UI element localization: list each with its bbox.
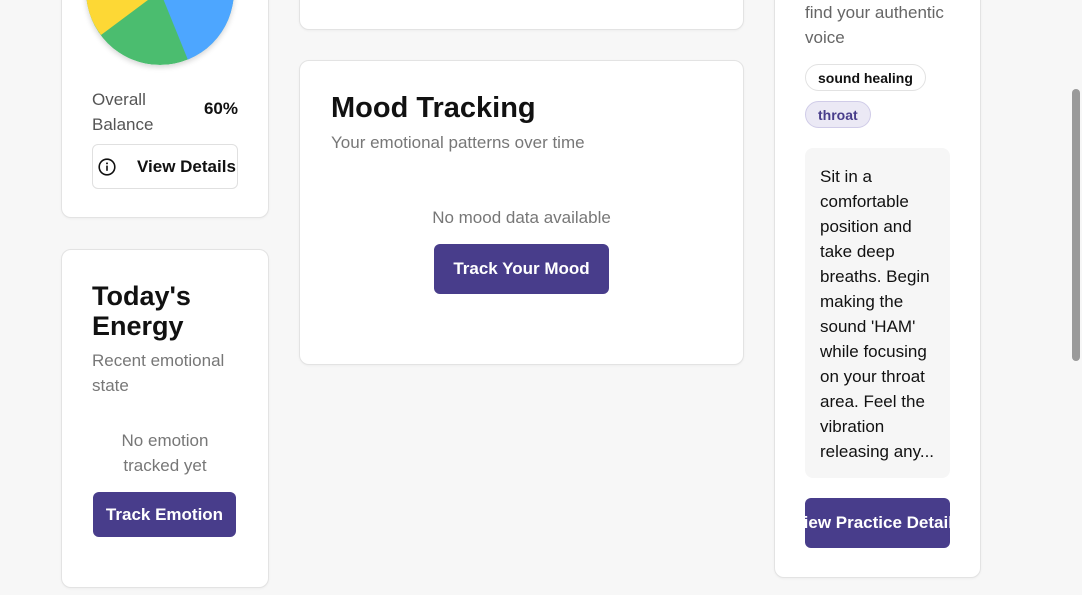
energy-empty-message: No emotion tracked yet [121, 431, 209, 475]
info-icon [98, 157, 116, 176]
view-details-button[interactable]: View Details [92, 144, 238, 189]
track-mood-button[interactable]: Track Your Mood [434, 244, 609, 294]
mood-tracking-card: Mood Tracking Your emotional patterns ov… [299, 60, 744, 365]
track-emotion-button[interactable]: Track Emotion [93, 492, 236, 537]
mood-title: Mood Tracking [331, 92, 536, 124]
mood-subtitle: Your emotional patterns over time [331, 133, 585, 152]
energy-title: Today's Energy [92, 281, 191, 341]
tag-sound-healing: sound healing [805, 64, 926, 91]
practice-instructions: Sit in a comfortable position and take d… [805, 148, 950, 478]
energy-card: Today's Energy Recent emotional state No… [61, 249, 269, 588]
balance-pie-chart [86, 0, 234, 65]
page: Overall Balance 60% View Details Today's… [0, 0, 1082, 595]
energy-subtitle: Recent emotional state [92, 351, 225, 395]
overall-balance-label: Overall Balance [92, 90, 154, 134]
view-details-label: View Details [137, 156, 236, 176]
overall-balance-value: 60% [203, 99, 238, 118]
mood-empty-message: No mood data available [432, 208, 611, 227]
scrollbar-thumb[interactable] [1072, 89, 1080, 361]
practice-card: find your authentic voice sound healing … [774, 0, 981, 578]
top-middle-card [299, 0, 744, 30]
practice-description: find your authentic voice [805, 3, 944, 47]
tag-throat: throat [805, 101, 871, 128]
scrollbar-track[interactable] [1070, 0, 1082, 595]
view-practice-details-button[interactable]: View Practice Details [805, 498, 950, 548]
balance-card: Overall Balance 60% View Details [61, 0, 269, 218]
